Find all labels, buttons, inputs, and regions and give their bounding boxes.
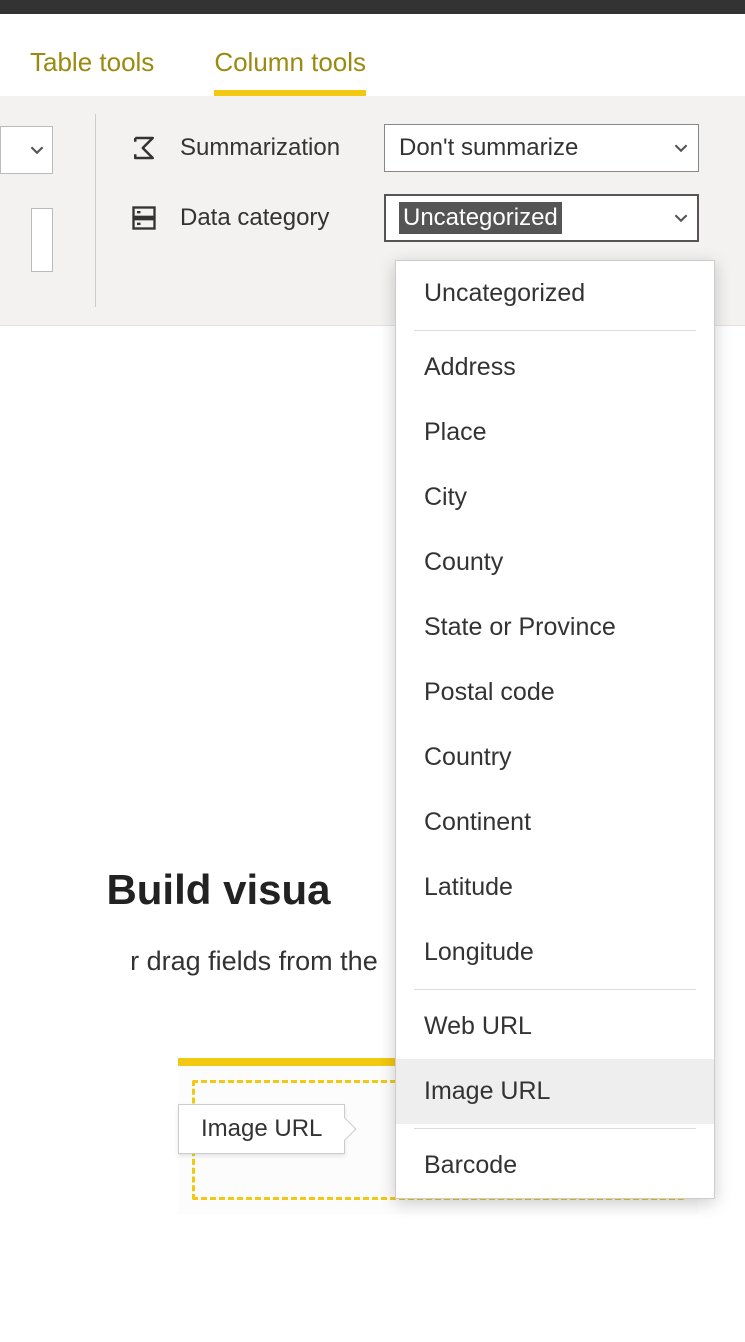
- dropdown-item-weburl[interactable]: Web URL: [396, 994, 714, 1059]
- dropdown-item-longitude[interactable]: Longitude: [396, 920, 714, 985]
- data-category-value: Uncategorized: [399, 202, 562, 234]
- chevron-down-icon: [674, 211, 688, 225]
- chevron-down-icon: [30, 143, 44, 157]
- chevron-down-icon: [674, 141, 688, 155]
- dropdown-item-latitude[interactable]: Latitude: [396, 855, 714, 920]
- dropdown-divider: [414, 1128, 696, 1129]
- ribbon-left-stub: [0, 96, 53, 325]
- data-category-label: Data category: [180, 204, 366, 232]
- truncated-panel[interactable]: [31, 208, 53, 272]
- truncated-dropdown[interactable]: [0, 126, 53, 174]
- dropdown-divider: [414, 989, 696, 990]
- summarization-value: Don't summarize: [399, 134, 578, 162]
- data-category-row: Data category Uncategorized: [126, 194, 699, 242]
- dropdown-item-state[interactable]: State or Province: [396, 595, 714, 660]
- data-category-dropdown: Uncategorized Address Place City County …: [395, 260, 715, 1199]
- dropdown-item-place[interactable]: Place: [396, 400, 714, 465]
- ribbon-tabs: Table tools Column tools: [0, 14, 745, 96]
- dropdown-item-county[interactable]: County: [396, 530, 714, 595]
- sigma-icon: [126, 133, 162, 163]
- summarization-row: Summarization Don't summarize: [126, 124, 699, 172]
- summarization-label: Summarization: [180, 134, 366, 162]
- dropdown-item-country[interactable]: Country: [396, 725, 714, 790]
- drag-tooltip: Image URL: [178, 1104, 345, 1154]
- tab-column-tools[interactable]: Column tools: [184, 23, 396, 96]
- dropdown-item-imageurl[interactable]: Image URL: [396, 1059, 714, 1124]
- dropdown-item-address[interactable]: Address: [396, 335, 714, 400]
- dropdown-item-city[interactable]: City: [396, 465, 714, 530]
- dropdown-item-continent[interactable]: Continent: [396, 790, 714, 855]
- dropdown-item-uncategorized[interactable]: Uncategorized: [396, 261, 714, 326]
- data-category-select[interactable]: Uncategorized: [384, 194, 699, 242]
- category-icon: [126, 204, 162, 232]
- window-titlebar: [0, 0, 745, 14]
- tab-table-tools[interactable]: Table tools: [0, 23, 184, 96]
- dropdown-divider: [414, 330, 696, 331]
- dropdown-item-postal[interactable]: Postal code: [396, 660, 714, 725]
- summarization-select[interactable]: Don't summarize: [384, 124, 699, 172]
- dropdown-item-barcode[interactable]: Barcode: [396, 1133, 714, 1198]
